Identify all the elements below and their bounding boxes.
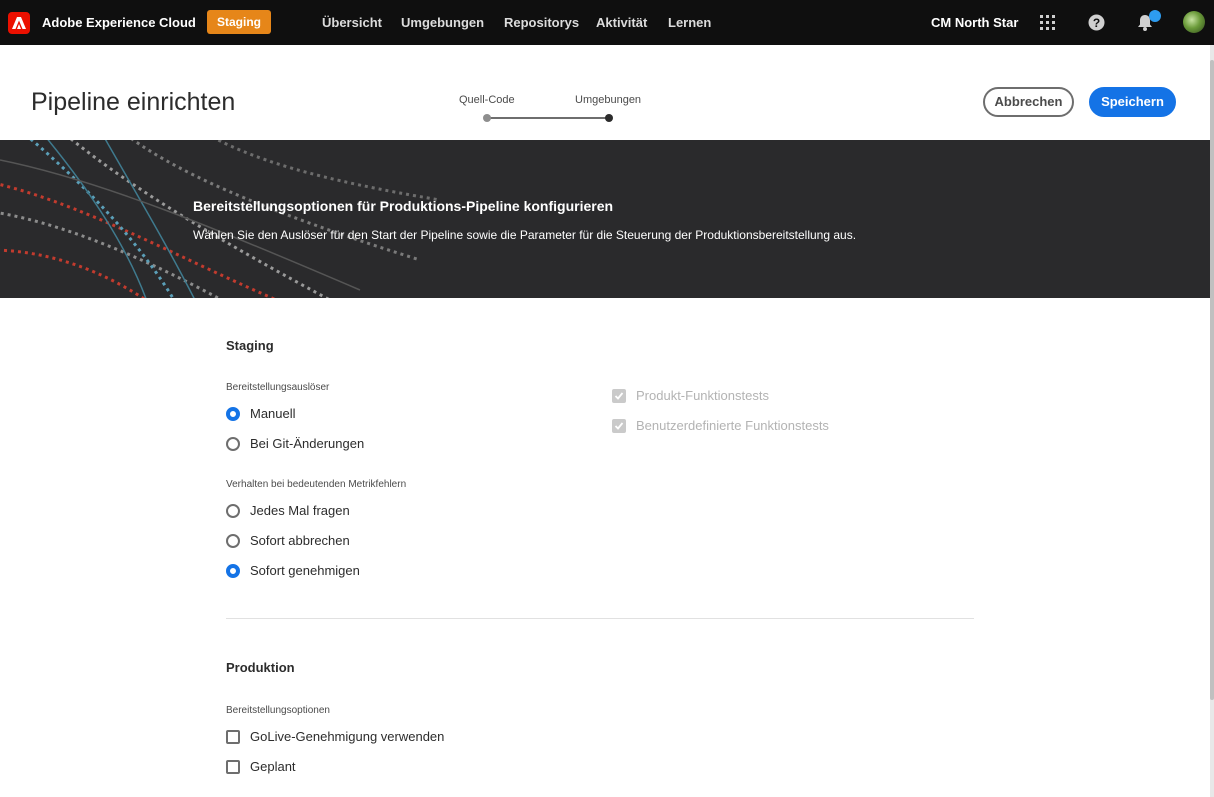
radio-button-checked[interactable] [226, 564, 240, 578]
field-label-deployment-options: Bereitstellungsoptionen [226, 705, 330, 716]
step-dot-completed [483, 114, 491, 122]
notification-badge [1149, 10, 1161, 22]
check-icon [614, 422, 624, 430]
organization-switcher[interactable]: CM North Star [931, 15, 1018, 30]
checkbox[interactable] [226, 730, 240, 744]
app-title[interactable]: Adobe Experience Cloud [42, 15, 196, 30]
svg-text:?: ? [1093, 16, 1100, 30]
radio-label: Bei Git-Änderungen [250, 436, 365, 451]
nav-link-overview[interactable]: Übersicht [322, 15, 382, 30]
nav-link-repositories[interactable]: Repositorys [504, 15, 579, 30]
section-title-production: Produktion [226, 660, 295, 675]
radio-button[interactable] [226, 534, 240, 548]
top-navigation-bar: Adobe Experience Cloud Staging Übersicht… [0, 0, 1214, 45]
section-divider [226, 618, 974, 619]
radio-label: Jedes Mal fragen [250, 503, 350, 518]
radio-button[interactable] [226, 504, 240, 518]
section-title-staging: Staging [226, 338, 274, 353]
hero-banner: Bereitstellungsoptionen für Produktions-… [0, 140, 1210, 298]
scrollbar-thumb[interactable] [1210, 60, 1214, 700]
radio-button[interactable] [226, 437, 240, 451]
cancel-button[interactable]: Abbrechen [983, 87, 1074, 117]
step-label-source-code[interactable]: Quell-Code [459, 94, 515, 106]
environment-badge: Staging [207, 10, 271, 34]
checkbox-label: Produkt-Funktionstests [636, 388, 769, 403]
nav-link-activity[interactable]: Aktivität [596, 15, 647, 30]
help-icon[interactable]: ? [1088, 14, 1105, 36]
apps-grid-icon[interactable] [1040, 15, 1056, 36]
checkbox-label: GoLive-Genehmigung verwenden [250, 729, 445, 744]
step-connector [489, 117, 609, 119]
radio-label: Sofort genehmigen [250, 563, 360, 578]
checkbox-checked-disabled [612, 389, 626, 403]
field-label-deployment-trigger: Bereitstellungsauslöser [226, 382, 330, 393]
nav-link-environments[interactable]: Umgebungen [401, 15, 484, 30]
stepper: Quell-Code Umgebungen [459, 94, 659, 124]
radio-button-checked[interactable] [226, 407, 240, 421]
step-label-environments[interactable]: Umgebungen [575, 94, 641, 106]
adobe-logo-icon[interactable] [8, 12, 30, 34]
check-icon [614, 392, 624, 400]
checkbox-label: Benutzerdefinierte Funktionstests [636, 418, 829, 433]
checkbox-label: Geplant [250, 759, 296, 774]
avatar[interactable] [1183, 11, 1205, 33]
checkbox[interactable] [226, 760, 240, 774]
page-title: Pipeline einrichten [31, 88, 236, 116]
field-label-metric-failure: Verhalten bei bedeutenden Metrikfehlern [226, 479, 407, 490]
checkbox-checked-disabled [612, 419, 626, 433]
hero-title: Bereitstellungsoptionen für Produktions-… [193, 198, 614, 214]
hero-artwork [0, 140, 441, 298]
nav-link-learn[interactable]: Lernen [668, 15, 711, 30]
hero-subtitle: Wählen Sie den Auslöser für den Start de… [193, 228, 857, 242]
radio-label: Manuell [250, 406, 296, 421]
radio-label: Sofort abbrechen [250, 533, 350, 548]
step-dot-current [605, 114, 613, 122]
save-button[interactable]: Speichern [1089, 87, 1176, 117]
